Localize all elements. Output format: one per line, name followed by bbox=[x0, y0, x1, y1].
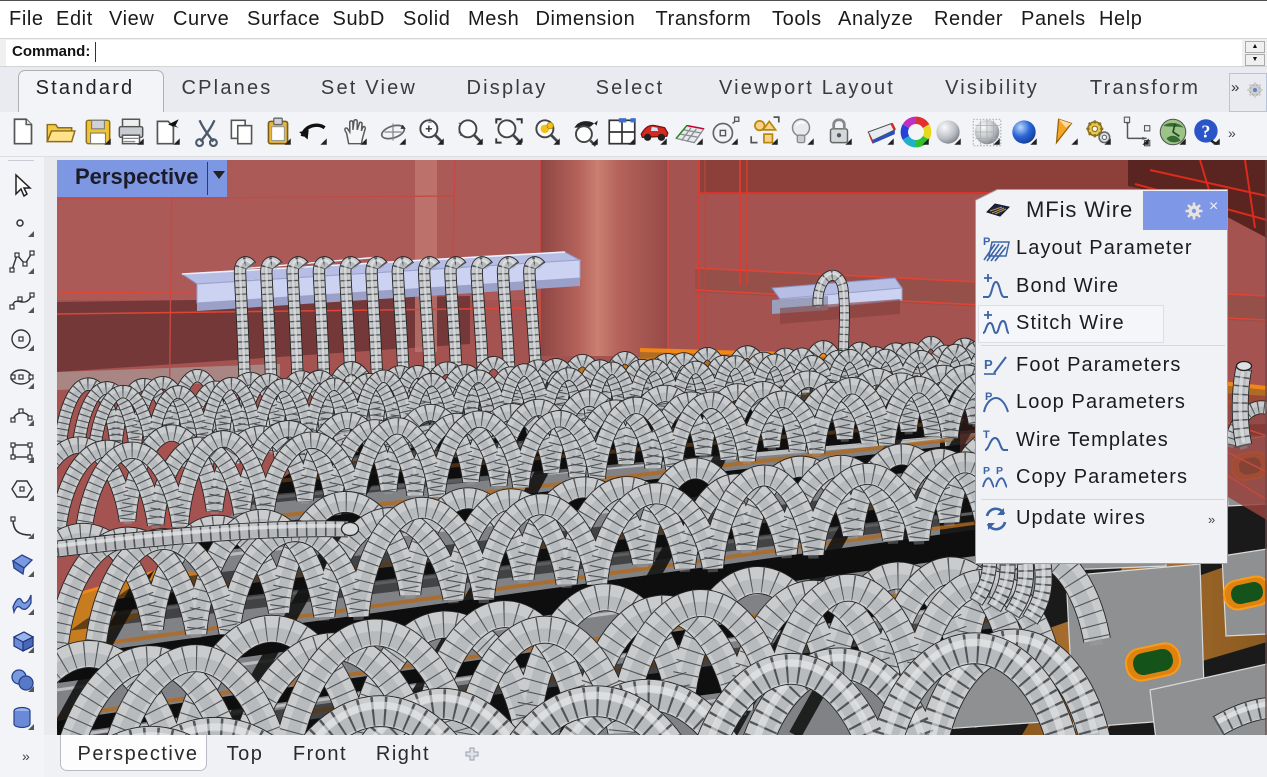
svg-text:P: P bbox=[983, 236, 990, 248]
svg-text:P: P bbox=[984, 357, 993, 372]
svg-text:P: P bbox=[996, 465, 1003, 477]
svg-text:T: T bbox=[983, 429, 990, 441]
svg-text:?: ? bbox=[1201, 121, 1210, 141]
svg-text:±: ± bbox=[427, 115, 431, 124]
svg-text:P: P bbox=[983, 465, 990, 477]
